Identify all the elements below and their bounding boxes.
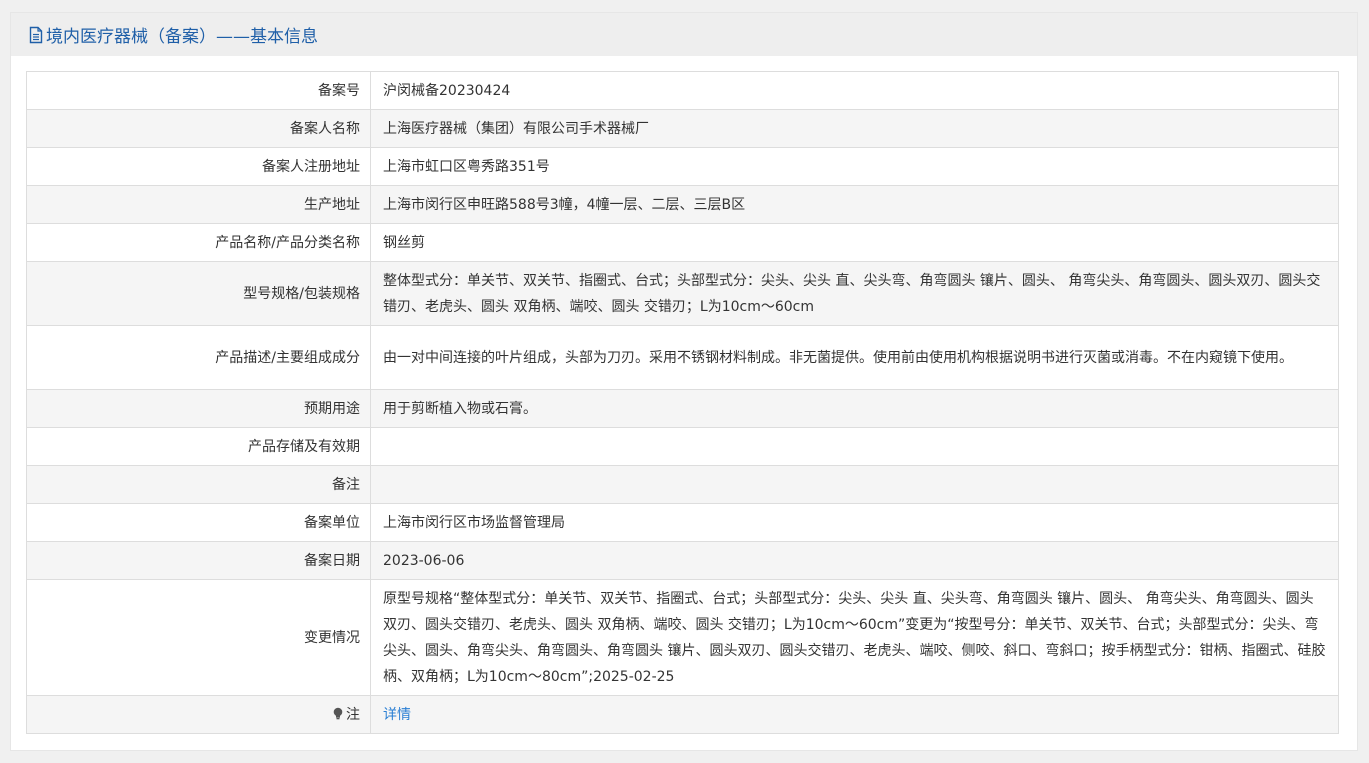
- row-value: 上海医疗器械（集团）有限公司手术器械厂: [370, 109, 1339, 148]
- table-row: 备案单位 上海市闵行区市场监督管理局: [26, 503, 1339, 542]
- table-row: 产品名称/产品分类名称 钢丝剪: [26, 223, 1339, 262]
- basic-info-table: 备案号 沪闵械备20230424 备案人名称 上海医疗器械（集团）有限公司手术器…: [26, 71, 1339, 734]
- row-label: 产品名称/产品分类名称: [26, 223, 371, 262]
- row-label: 备案日期: [26, 541, 371, 580]
- table-row: 备案人名称 上海医疗器械（集团）有限公司手术器械厂: [26, 109, 1339, 148]
- table-row: 预期用途 用于剪断植入物或石膏。: [26, 389, 1339, 428]
- note-row: 注 详情: [26, 695, 1339, 734]
- table-row: 备案号 沪闵械备20230424: [26, 71, 1339, 110]
- row-value: [370, 465, 1339, 504]
- row-label: 生产地址: [26, 185, 371, 224]
- row-label: 备案人注册地址: [26, 147, 371, 186]
- row-value: 上海市虹口区粤秀路351号: [370, 147, 1339, 186]
- row-value: 上海市闵行区申旺路588号3幢，4幢一层、二层、三层B区: [370, 185, 1339, 224]
- row-label: 产品描述/主要组成成分: [26, 325, 371, 390]
- table-row: 产品存储及有效期: [26, 427, 1339, 466]
- table-row: 型号规格/包装规格 整体型式分：单关节、双关节、指圈式、台式；头部型式分：尖头、…: [26, 261, 1339, 326]
- row-value: 2023-06-06: [370, 541, 1339, 580]
- panel-header: 境内医疗器械（备案）——基本信息: [11, 13, 1357, 56]
- row-label: 型号规格/包装规格: [26, 261, 371, 326]
- row-label: 备案单位: [26, 503, 371, 542]
- lightbulb-icon: [332, 707, 344, 720]
- table-row: 变更情况 原型号规格“整体型式分：单关节、双关节、指圈式、台式；头部型式分：尖头…: [26, 579, 1339, 696]
- row-value: 钢丝剪: [370, 223, 1339, 262]
- note-label-cell: 注: [26, 695, 371, 734]
- row-label: 备注: [26, 465, 371, 504]
- note-label: 注: [346, 706, 360, 723]
- row-value: 由一对中间连接的叶片组成，头部为刀刃。采用不锈钢材料制成。非无菌提供。使用前由使…: [370, 325, 1339, 390]
- table-row: 备注: [26, 465, 1339, 504]
- row-label: 变更情况: [26, 579, 371, 696]
- row-label: 备案号: [26, 71, 371, 110]
- detail-link[interactable]: 详情: [383, 707, 411, 723]
- row-value: 上海市闵行区市场监督管理局: [370, 503, 1339, 542]
- row-label: 备案人名称: [26, 109, 371, 148]
- info-panel: 境内医疗器械（备案）——基本信息 备案号 沪闵械备20230424 备案人名称 …: [10, 12, 1358, 751]
- note-value-cell: 详情: [370, 695, 1339, 734]
- document-icon: [28, 26, 44, 44]
- row-label: 预期用途: [26, 389, 371, 428]
- row-value: 沪闵械备20230424: [370, 71, 1339, 110]
- table-row: 生产地址 上海市闵行区申旺路588号3幢，4幢一层、二层、三层B区: [26, 185, 1339, 224]
- row-value: 整体型式分：单关节、双关节、指圈式、台式；头部型式分：尖头、尖头 直、尖头弯、角…: [370, 261, 1339, 326]
- row-value: 用于剪断植入物或石膏。: [370, 389, 1339, 428]
- row-value: 原型号规格“整体型式分：单关节、双关节、指圈式、台式；头部型式分：尖头、尖头 直…: [370, 579, 1339, 696]
- row-label: 产品存储及有效期: [26, 427, 371, 466]
- table-row: 备案人注册地址 上海市虹口区粤秀路351号: [26, 147, 1339, 186]
- table-row: 备案日期 2023-06-06: [26, 541, 1339, 580]
- table-row: 产品描述/主要组成成分 由一对中间连接的叶片组成，头部为刀刃。采用不锈钢材料制成…: [26, 325, 1339, 390]
- page-title: 境内医疗器械（备案）——基本信息: [46, 27, 318, 47]
- row-value: [370, 427, 1339, 466]
